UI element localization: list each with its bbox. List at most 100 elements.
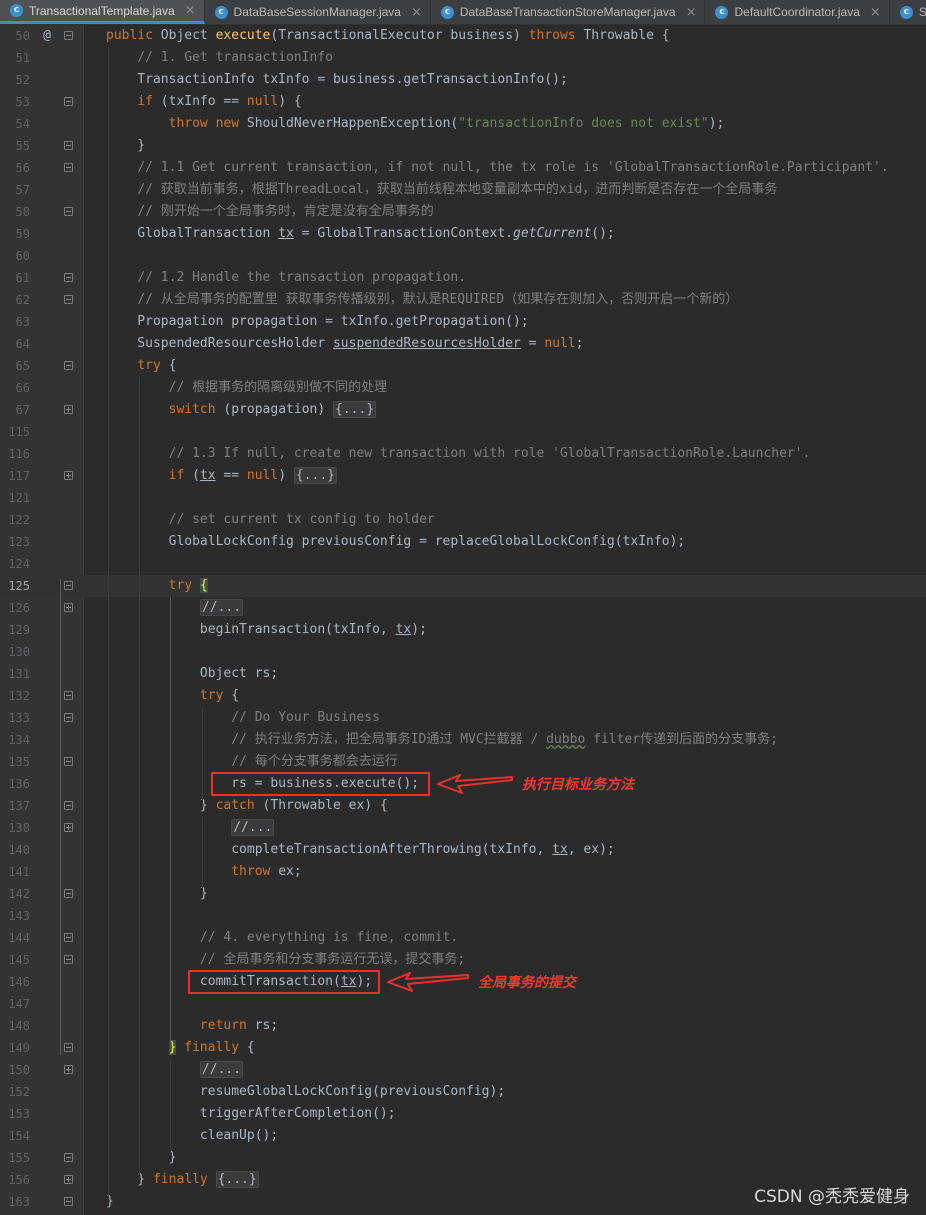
fold-expand-icon[interactable] (64, 823, 73, 832)
code-text[interactable]: cleanUp(); (106, 1125, 278, 1147)
line-number[interactable]: 144 (0, 927, 30, 949)
fold-collapse-icon[interactable] (64, 31, 73, 40)
code-text[interactable]: // 1.2 Handle the transaction propagatio… (106, 267, 466, 289)
code-line[interactable]: 50 @ public Object execute(TransactionalEx… (0, 25, 926, 47)
line-number[interactable]: 67 (0, 399, 30, 421)
code-line[interactable]: 63 Propagation propagation = txInfo.getP… (0, 311, 926, 333)
line-number[interactable]: 62 (0, 289, 30, 311)
line-number[interactable]: 52 (0, 69, 30, 91)
line-number[interactable]: 59 (0, 223, 30, 245)
fold-collapse-icon[interactable] (64, 955, 73, 964)
code-text[interactable]: //... (106, 1059, 244, 1081)
line-number[interactable]: 57 (0, 179, 30, 201)
line-number[interactable]: 134 (0, 729, 30, 751)
fold-collapse-icon[interactable] (64, 163, 73, 172)
code-text[interactable]: // 获取当前事务，根据ThreadLocal，获取当前线程本地变量副本中的xi… (106, 179, 777, 201)
code-text[interactable]: GlobalTransaction tx = GlobalTransaction… (106, 223, 614, 245)
line-number[interactable]: 116 (0, 443, 30, 465)
code-text[interactable]: } finally {...} (106, 1169, 259, 1191)
line-number[interactable]: 153 (0, 1103, 30, 1125)
line-number[interactable]: 155 (0, 1147, 30, 1169)
code-line[interactable]: 54 throw new ShouldNeverHappenException(… (0, 113, 926, 135)
fold-collapse-icon[interactable] (64, 581, 73, 590)
code-line[interactable]: 55 } (0, 135, 926, 157)
fold-collapse-icon[interactable] (64, 141, 73, 150)
fold-collapse-icon[interactable] (64, 757, 73, 766)
code-text[interactable]: try { (106, 575, 208, 597)
line-number[interactable]: 137 (0, 795, 30, 817)
code-line[interactable]: 64 SuspendedResourcesHolder suspendedRes… (0, 333, 926, 355)
fold-expand-icon[interactable] (64, 405, 73, 414)
line-number[interactable]: 150 (0, 1059, 30, 1081)
code-text[interactable]: //... (106, 597, 244, 619)
fold-expand-icon[interactable] (64, 471, 73, 480)
line-number[interactable]: 54 (0, 113, 30, 135)
code-text[interactable]: return rs; (106, 1015, 278, 1037)
tab-0[interactable]: c TransactionalTemplate.java × (0, 0, 205, 24)
tab-3[interactable]: c DefaultCoordinator.java × (705, 0, 890, 24)
line-number[interactable]: 163 (0, 1191, 30, 1213)
fold-collapse-icon[interactable] (64, 273, 73, 282)
code-text[interactable]: // Do Your Business (106, 707, 380, 729)
code-line[interactable]: 65 try { (0, 355, 926, 377)
code-text[interactable]: completeTransactionAfterThrowing(txInfo,… (106, 839, 615, 861)
line-number[interactable]: 135 (0, 751, 30, 773)
line-number[interactable]: 140 (0, 839, 30, 861)
line-number[interactable]: 142 (0, 883, 30, 905)
override-marker-icon[interactable]: @ (41, 25, 53, 47)
line-number[interactable]: 149 (0, 1037, 30, 1059)
line-number[interactable]: 138 (0, 817, 30, 839)
line-number[interactable]: 154 (0, 1125, 30, 1147)
line-number[interactable]: 143 (0, 905, 30, 927)
line-number[interactable]: 63 (0, 311, 30, 333)
line-number[interactable]: 147 (0, 993, 30, 1015)
line-number[interactable]: 123 (0, 531, 30, 553)
code-text[interactable]: //... (106, 817, 275, 839)
line-number[interactable]: 132 (0, 685, 30, 707)
line-number[interactable]: 60 (0, 245, 30, 267)
fold-collapse-icon[interactable] (64, 1197, 73, 1206)
line-number[interactable]: 124 (0, 553, 30, 575)
code-text[interactable]: public Object execute(TransactionalExecu… (106, 25, 670, 47)
tab-2[interactable]: c DataBaseTransactionStoreManager.java × (431, 0, 706, 24)
tab-1[interactable]: c DataBaseSessionManager.java × (205, 0, 431, 24)
code-line[interactable]: 57 // 获取当前事务，根据ThreadLocal，获取当前线程本地变量副本中… (0, 179, 926, 201)
code-text[interactable]: // set current tx config to holder (106, 509, 435, 531)
line-number[interactable]: 121 (0, 487, 30, 509)
code-text[interactable]: throw new ShouldNeverHappenException("tr… (106, 113, 725, 135)
fold-collapse-icon[interactable] (64, 801, 73, 810)
fold-collapse-icon[interactable] (64, 691, 73, 700)
line-number[interactable]: 66 (0, 377, 30, 399)
code-text[interactable]: try { (106, 355, 176, 377)
code-text[interactable]: // 1.3 If null, create new transaction w… (106, 443, 811, 465)
line-number[interactable]: 136 (0, 773, 30, 795)
code-text[interactable]: throw ex; (106, 861, 301, 883)
fold-collapse-icon[interactable] (64, 295, 73, 304)
fold-collapse-icon[interactable] (64, 207, 73, 216)
code-line[interactable]: 53 if (txInfo == null) { (0, 91, 926, 113)
line-number[interactable]: 148 (0, 1015, 30, 1037)
close-icon[interactable]: × (411, 5, 422, 20)
code-text[interactable]: GlobalLockConfig previousConfig = replac… (106, 531, 686, 553)
line-number[interactable]: 61 (0, 267, 30, 289)
line-number[interactable]: 115 (0, 421, 30, 443)
fold-collapse-icon[interactable] (64, 933, 73, 942)
code-text[interactable]: // 1.1 Get current transaction, if not n… (106, 157, 888, 179)
line-number[interactable]: 156 (0, 1169, 30, 1191)
code-line[interactable]: 62 // 从全局事务的配置里 获取事务传播级别，默认是REQUIRED（如果存… (0, 289, 926, 311)
code-text[interactable]: } (106, 1147, 177, 1169)
code-text[interactable]: triggerAfterCompletion(); (106, 1103, 396, 1125)
close-icon[interactable]: × (185, 3, 196, 18)
fold-expand-icon[interactable] (64, 1175, 73, 1184)
code-text[interactable]: Object rs; (106, 663, 278, 685)
line-number[interactable]: 64 (0, 333, 30, 355)
fold-collapse-icon[interactable] (64, 1043, 73, 1052)
code-text[interactable]: // 执行业务方法，把全局事务ID通过 MVC拦截器 / dubbo filte… (106, 729, 778, 751)
code-editor[interactable]: 50 @ public Object execute(TransactionalEx… (0, 25, 926, 1215)
code-line[interactable]: 52 TransactionInfo txInfo = business.get… (0, 69, 926, 91)
code-text[interactable]: } (106, 883, 208, 905)
code-text[interactable]: // 每个分支事务都会去运行 (106, 751, 397, 773)
code-text[interactable]: SuspendedResourcesHolder suspendedResour… (106, 333, 583, 355)
line-number[interactable]: 130 (0, 641, 30, 663)
code-text[interactable]: } (106, 135, 145, 157)
